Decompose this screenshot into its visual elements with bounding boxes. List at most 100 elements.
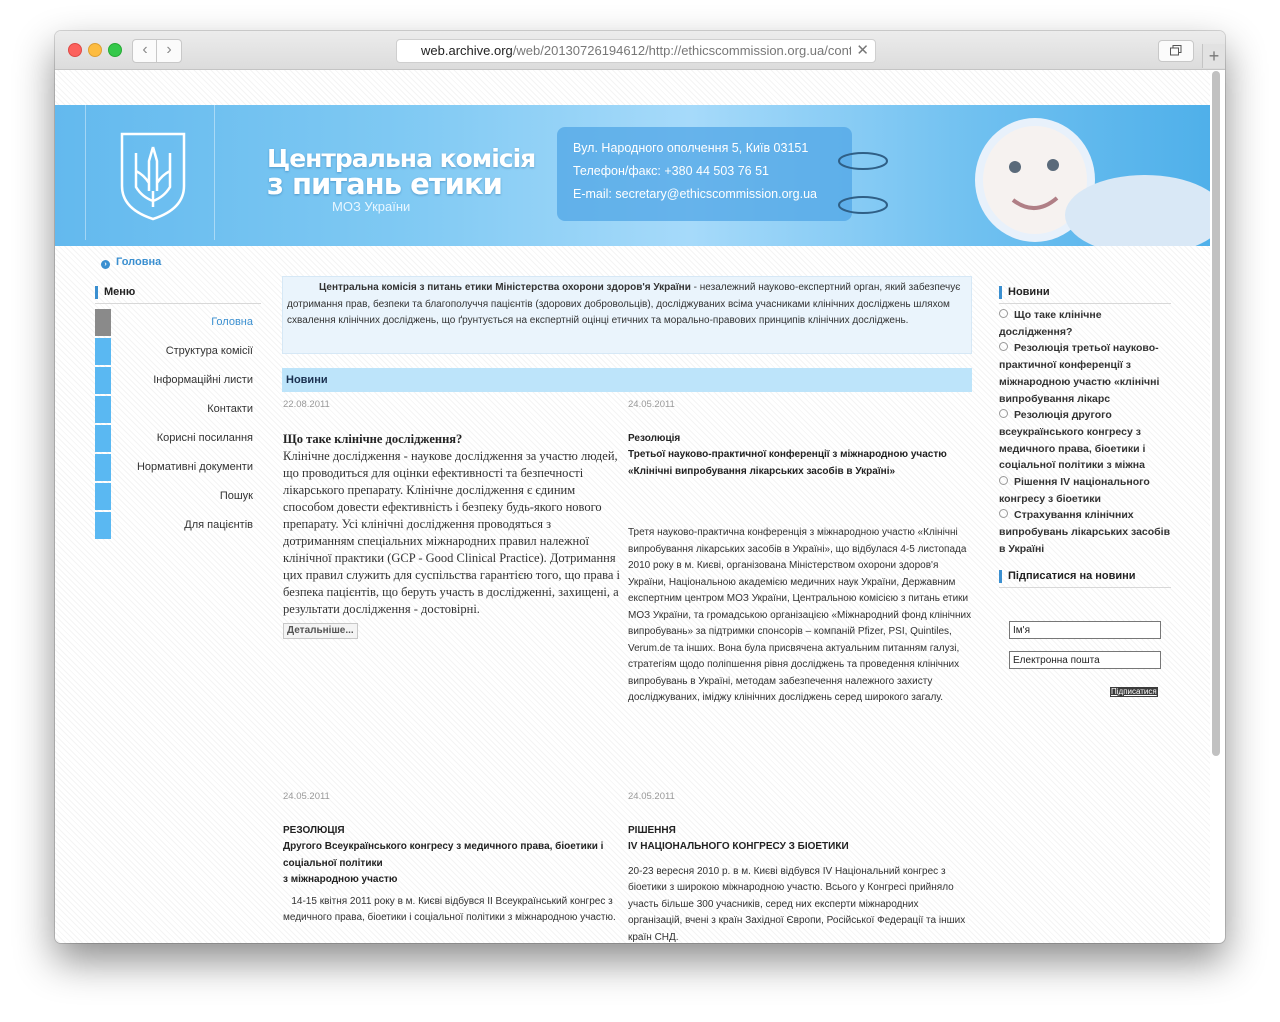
menu-tab [95,454,111,481]
browser-window: ‹ › web.archive.org/web/20130726194612/h… [55,31,1225,943]
email-field[interactable]: Електронна пошта [1009,651,1161,669]
right-news-title: Новини [999,286,1171,304]
news-title-line: Третьої науково-практичної конференції з… [628,449,947,460]
scrollbar[interactable] [1212,71,1220,756]
menu-item-links[interactable]: Корисні посилання [95,425,261,452]
breadcrumb-home[interactable]: Головна [116,256,161,268]
menu-title: Меню [95,286,261,304]
tabs-icon [1170,45,1182,56]
menu-item-search[interactable]: Пошук [95,483,261,510]
breadcrumb[interactable]: › Головна [101,256,161,269]
news-body: Третя науково-практична конференція з мі… [628,527,972,703]
close-icon[interactable]: ✕ [856,40,869,62]
baby-photo [975,118,1210,246]
menu-item-label: Інформаційні листи [153,374,253,386]
news-body: 20-23 вересня 2010 р. в м. Києві відбувс… [628,865,966,943]
menu-item-home[interactable]: Головна [95,309,261,336]
news-title[interactable]: Резолюція [628,431,972,448]
site-title-line2: з питань етики [267,167,503,201]
contact-phone: Телефон/факс: +380 44 503 76 51 [573,164,769,178]
zoom-window-button[interactable] [108,43,122,57]
menu-tab [95,396,111,423]
address-bar[interactable]: web.archive.org/web/20130726194612/http:… [396,39,876,63]
menu-item-label: Структура комісії [165,345,253,357]
right-news-link[interactable]: Страхування клінічних випробувань лікарс… [999,507,1171,557]
news-body: 14-15 квітня 2011 року в м. Києві відбув… [283,895,616,924]
news-item: 24.05.2011 РІШЕННЯ IV НАЦІОНАЛЬНОГО КОНГ… [628,789,972,943]
read-more-button[interactable]: Детальніше... [283,622,358,639]
right-news-link[interactable]: Резолюція третьої науково-практичної кон… [999,340,1171,407]
circle-arrow-icon [999,342,1008,352]
page-viewport: Центральна комісія з питань етики МОЗ Ук… [55,70,1210,943]
circle-arrow-icon [999,509,1008,519]
chevron-right-icon: › [166,41,172,58]
news-item: 24.05.2011 Резолюція Третьої науково-пра… [628,397,972,707]
forward-button[interactable]: › [156,39,182,63]
news-section-title: Новини [282,368,972,392]
menu-item-label: Нормативні документи [136,461,253,473]
news-body: Клінічне дослідження - наукове досліджен… [283,448,621,616]
new-tab-button[interactable]: + [1202,44,1225,68]
emblem-box [85,105,215,240]
ring-decoration-icon [838,152,888,214]
menu-tab [95,512,111,539]
menu-item-label: Головна [211,316,253,328]
news-date: 22.08.2011 [283,399,330,410]
news-title-line: IV НАЦІОНАЛЬНОГО КОНГРЕСУ З БІОЕТИКИ [628,841,849,852]
url-host: web.archive.org [421,43,513,58]
trident-emblem-icon [120,132,186,221]
menu-tab [95,425,111,452]
subscribe-title: Підписатися на новини [999,569,1171,588]
right-news-link[interactable]: Резолюція другого всеукраїнського конгре… [999,407,1171,474]
menu-item-label: Контакти [207,403,253,415]
menu-item-patients[interactable]: Для пацієнтів [95,512,261,539]
right-news-panel: Новини Що таке клінічне дослідження? Рез… [999,286,1171,697]
news-title[interactable]: Що таке клінічне дослідження? [283,431,625,448]
right-news-link[interactable]: Що таке клінічне дослідження? [999,307,1171,340]
menu-item-info-letters[interactable]: Інформаційні листи [95,367,261,394]
chevron-left-icon: ‹ [142,41,148,58]
left-menu: Меню Головна Структура комісії Інформаці… [95,286,261,539]
site-title[interactable]: Центральна комісія з питань етики [267,146,536,201]
menu-tab [95,309,111,336]
menu-tab [95,483,111,510]
menu-tab [95,367,111,394]
menu-item-contacts[interactable]: Контакти [95,396,261,423]
contact-address: Вул. Народного ополчення 5, Київ 03151 [573,141,809,155]
news-title-line: «Клінічні випробування лікарських засобі… [628,465,896,477]
menu-item-documents[interactable]: Нормативні документи [95,454,261,481]
close-window-button[interactable] [68,43,82,57]
news-title[interactable]: РЕЗОЛЮЦІЯ [283,823,625,840]
right-news-link[interactable]: Рішення IV національного конгресу з біое… [999,474,1171,507]
contact-box: Вул. Народного ополчення 5, Київ 03151 Т… [557,127,852,221]
news-title-line: Другого Всеукраїнського конгресу з медич… [283,841,604,869]
news-title-line: з міжнародною участю [283,874,398,885]
menu-tab [95,338,111,365]
news-date: 24.05.2011 [628,399,675,410]
circle-arrow-icon [999,309,1008,318]
intro-box: Центральна комісія з питань етики Мініст… [282,276,972,354]
url-path: /web/20130726194612/http://ethicscommiss… [512,43,851,58]
name-field[interactable]: Ім'я [1009,621,1161,639]
menu-item-label: Корисні посилання [156,432,253,444]
news-date: 24.05.2011 [283,791,330,802]
site-header: Центральна комісія з питань етики МОЗ Ук… [55,105,1210,246]
menu-item-label: Пошук [219,490,253,502]
intro-bold: Центральна комісія з питань етики Мініст… [319,282,691,293]
browser-titlebar: ‹ › web.archive.org/web/20130726194612/h… [55,31,1225,70]
plus-icon: + [1208,46,1220,66]
tabs-overview-button[interactable] [1158,40,1194,62]
minimize-window-button[interactable] [88,43,102,57]
circle-arrow-icon [999,476,1008,486]
menu-item-label: Для пацієнтів [184,519,253,531]
news-item: 22.08.2011 Що таке клінічне дослідження?… [283,397,625,639]
subscribe-button[interactable]: Підписатися [1110,687,1158,697]
news-date: 24.05.2011 [628,791,675,802]
arrow-right-icon: › [101,260,110,269]
menu-item-structure[interactable]: Структура комісії [95,338,261,365]
contact-email[interactable]: E-mail: secretary@ethicscommission.org.u… [573,187,817,201]
back-button[interactable]: ‹ [132,39,158,63]
news-title[interactable]: РІШЕННЯ [628,823,972,840]
news-item: 24.05.2011 РЕЗОЛЮЦІЯ Другого Всеукраїнсь… [283,789,625,927]
circle-arrow-icon [999,409,1008,419]
